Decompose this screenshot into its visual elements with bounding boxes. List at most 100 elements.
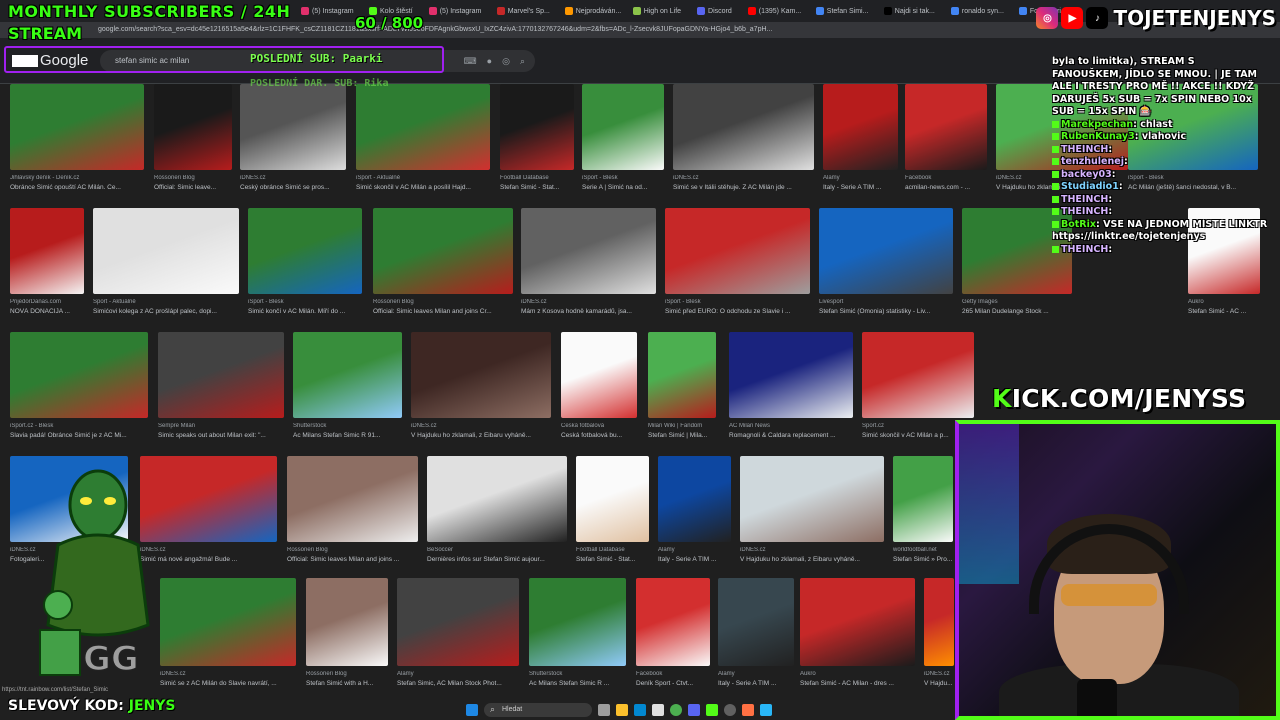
- result-title[interactable]: Italy - Serie A TIM ...: [823, 184, 898, 191]
- image-result-thumbnail[interactable]: [718, 578, 794, 666]
- app-icon[interactable]: [760, 704, 772, 716]
- result-source[interactable]: iDNES.cz: [240, 175, 346, 181]
- result-title[interactable]: Simić skončil v AC Milán a posílil Hajd.…: [356, 184, 490, 191]
- result-source[interactable]: Rossoneri Blog: [373, 299, 513, 305]
- result-source[interactable]: Alamy: [397, 671, 519, 677]
- result-source[interactable]: PrijedorDanas.com: [10, 299, 84, 305]
- image-result-thumbnail[interactable]: [397, 578, 519, 666]
- image-result-thumbnail[interactable]: [240, 84, 346, 170]
- result-title[interactable]: Stefan Simić - Stat...: [500, 184, 574, 191]
- result-title[interactable]: Romagnoli & Caldara replacement ...: [729, 432, 853, 439]
- result-title[interactable]: Simić se v Itálii stěhuje. Z AC Milán jd…: [673, 184, 814, 191]
- store-icon[interactable]: [652, 704, 664, 716]
- image-result-thumbnail[interactable]: [800, 578, 915, 666]
- result-title[interactable]: Česká fotbalová bu...: [561, 432, 637, 439]
- image-result-thumbnail[interactable]: [823, 84, 898, 170]
- keyboard-icon[interactable]: ⌨: [464, 50, 477, 72]
- result-source[interactable]: Sport - Aktuálně: [93, 299, 239, 305]
- result-source[interactable]: iDNES.cz: [411, 423, 551, 429]
- result-title[interactable]: Serie A | Simić na od...: [582, 184, 664, 191]
- taskbar-search[interactable]: Hledat: [484, 702, 592, 717]
- result-title[interactable]: Obránce Simić opouští AC Milán. Če...: [10, 184, 144, 191]
- result-source[interactable]: Milan Wiki | Fandom: [648, 423, 716, 429]
- image-result-thumbnail[interactable]: [356, 84, 490, 170]
- result-title[interactable]: Stefan Simić » Pro...: [893, 556, 953, 563]
- result-title[interactable]: Český obránce Simić se pros...: [240, 184, 346, 191]
- result-source[interactable]: Facebook: [905, 175, 987, 181]
- result-source[interactable]: Shutterstock: [293, 423, 402, 429]
- image-result-thumbnail[interactable]: [10, 332, 148, 418]
- browser-tab[interactable]: (5) Instagram: [423, 2, 487, 20]
- microphone-icon[interactable]: ●: [487, 50, 492, 72]
- result-source[interactable]: iSport - Blesk: [248, 299, 362, 305]
- result-title[interactable]: Official: Simic leaves Milan and joins C…: [373, 308, 513, 315]
- result-title[interactable]: V Hajduku ho zklamali, z Eibaru vyháně..…: [740, 556, 884, 563]
- result-source[interactable]: iDNES.cz: [521, 299, 656, 305]
- result-source[interactable]: Livesport: [819, 299, 953, 305]
- result-source[interactable]: Aukro: [800, 671, 915, 677]
- image-result-thumbnail[interactable]: [729, 332, 853, 418]
- result-title[interactable]: Simić se z AC Milán do Slavie navrátí, .…: [160, 680, 296, 687]
- image-result-thumbnail[interactable]: [862, 332, 974, 418]
- browser-tab[interactable]: (1395) Kam...: [742, 2, 806, 20]
- result-title[interactable]: acmilan-news.com - ...: [905, 184, 987, 191]
- image-result-thumbnail[interactable]: [500, 84, 574, 170]
- result-source[interactable]: Alamy: [823, 175, 898, 181]
- result-title[interactable]: V Hajdu...: [924, 680, 954, 687]
- image-result-thumbnail[interactable]: [10, 84, 144, 170]
- image-result-thumbnail[interactable]: [373, 208, 513, 294]
- image-result-thumbnail[interactable]: [10, 208, 84, 294]
- image-result-thumbnail[interactable]: [648, 332, 716, 418]
- result-title[interactable]: Official: Simic leaves Milan and joins .…: [287, 556, 418, 563]
- result-source[interactable]: iDNES.cz: [160, 671, 296, 677]
- obs-icon[interactable]: [724, 704, 736, 716]
- result-title[interactable]: Simić končí v AC Milán. Míří do ...: [248, 308, 362, 315]
- discord-icon[interactable]: [688, 704, 700, 716]
- browser-tab[interactable]: Marvel's Sp...: [491, 2, 555, 20]
- result-source[interactable]: Rossoneri Blog: [287, 547, 418, 553]
- result-title[interactable]: Simićovi kolega z AC prošlápl palec, dop…: [93, 308, 239, 315]
- result-title[interactable]: Stefan Simić - AC Milan - dres ...: [800, 680, 915, 687]
- image-result-thumbnail[interactable]: [924, 578, 954, 666]
- image-result-thumbnail[interactable]: [576, 456, 649, 542]
- image-result-thumbnail[interactable]: [306, 578, 388, 666]
- image-result-thumbnail[interactable]: [529, 578, 626, 666]
- result-title[interactable]: V Hajduku ho zklamali, z Eibaru vyháně..…: [411, 432, 551, 439]
- result-source[interactable]: iSport - Aktuálně: [356, 175, 490, 181]
- image-result-thumbnail[interactable]: [819, 208, 953, 294]
- image-result-thumbnail[interactable]: [93, 208, 239, 294]
- result-title[interactable]: Italy - Serie A TIM ...: [718, 680, 794, 687]
- image-result-thumbnail[interactable]: [658, 456, 731, 542]
- camera-search-icon[interactable]: ◎: [502, 50, 510, 72]
- image-result-thumbnail[interactable]: [411, 332, 551, 418]
- result-source[interactable]: iSport - Blesk: [665, 299, 810, 305]
- windows-start-icon[interactable]: [466, 704, 478, 716]
- browser-tab[interactable]: Stefan Simi...: [810, 2, 874, 20]
- app-icon[interactable]: [742, 704, 754, 716]
- image-result-thumbnail[interactable]: [248, 208, 362, 294]
- browser-tab[interactable]: Discord: [691, 2, 738, 20]
- result-source[interactable]: Jihlavský deník - Deník.cz: [10, 175, 144, 181]
- browser-tab[interactable]: Nejprodáván...: [559, 2, 623, 20]
- result-title[interactable]: Stefan Simic, AC Milan Stock Phot...: [397, 680, 519, 687]
- image-result-thumbnail[interactable]: [160, 578, 296, 666]
- browser-tab[interactable]: ronaldo syn...: [945, 2, 1009, 20]
- result-source[interactable]: Shutterstock: [529, 671, 626, 677]
- browser-tab[interactable]: (5) Instagram: [295, 2, 359, 20]
- result-title[interactable]: Dernières infos sur Stefan Simić aujour.…: [427, 556, 567, 563]
- image-result-thumbnail[interactable]: [905, 84, 987, 170]
- result-source[interactable]: Football Database: [500, 175, 574, 181]
- image-result-thumbnail[interactable]: [154, 84, 232, 170]
- result-title[interactable]: Stefan Simić | Mila...: [648, 432, 716, 439]
- result-source[interactable]: iSport - Blesk: [582, 175, 664, 181]
- result-source[interactable]: Alamy: [718, 671, 794, 677]
- result-title[interactable]: Slavia padá! Obránce Simić je z AC Mi...: [10, 432, 148, 439]
- result-source[interactable]: Alamy: [658, 547, 731, 553]
- kick-app-icon[interactable]: [706, 704, 718, 716]
- result-source[interactable]: AC Milan News: [729, 423, 853, 429]
- result-source[interactable]: Česká fotbalová: [561, 423, 637, 429]
- image-result-thumbnail[interactable]: [521, 208, 656, 294]
- image-result-thumbnail[interactable]: [427, 456, 567, 542]
- result-title[interactable]: Ac Milans Stefan Simic R 91...: [293, 432, 402, 439]
- image-result-thumbnail[interactable]: [673, 84, 814, 170]
